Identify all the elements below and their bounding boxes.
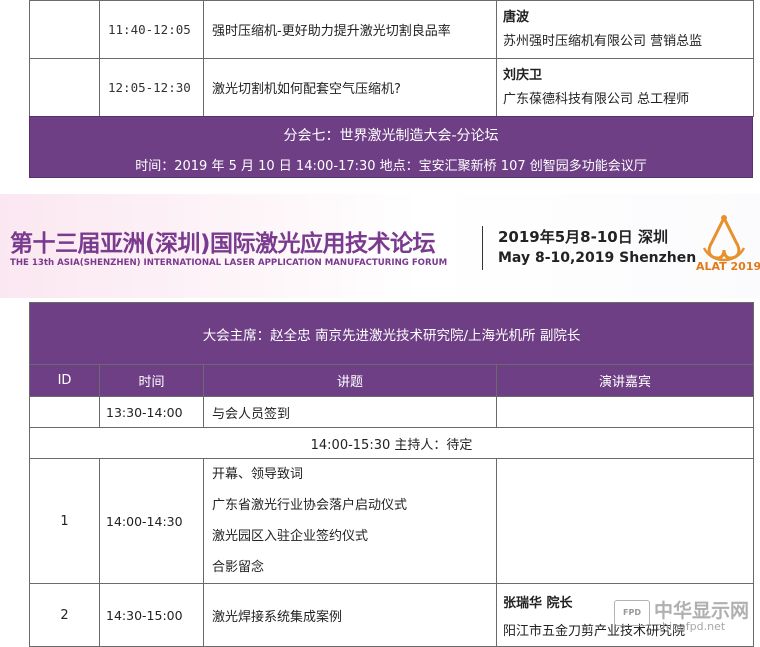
topic-cell: 强时压缩机-更好助力提升激光切割良品率	[203, 0, 497, 59]
header-speaker: 演讲嘉宾	[495, 364, 755, 397]
watermark-cn: 中华显示网	[654, 600, 750, 622]
speaker-name: 刘庆卫	[503, 67, 543, 83]
section-row: 14:00-15:30 主持人：待定	[28, 427, 755, 459]
banner-logo-text: ALAT 2019	[696, 260, 760, 273]
topic-line: 激光园区入驻企业签约仪式	[212, 529, 369, 544]
speaker-affiliation: 广东葆德科技有限公司 总工程师	[503, 91, 690, 107]
session-info: 时间：2019 年 5 月 10 日 14:00-17:30 地点：宝安汇聚新桥…	[135, 159, 647, 174]
banner-date-en: May 8-10,2019 Shenzhen	[498, 250, 697, 266]
id-cell	[29, 0, 100, 59]
banner-divider	[482, 226, 483, 270]
speaker-cell: 刘庆卫 广东葆德科技有限公司 总工程师	[496, 58, 754, 117]
time-cell: 14:30-15:00	[99, 583, 204, 647]
header-time: 时间	[99, 364, 204, 397]
header-id: ID	[29, 364, 100, 397]
chair-row: 大会主席：赵全忠 南京先进激光技术研究院/上海光机所 副院长	[28, 302, 755, 365]
schedule-table-top: 11:40-12:05 强时压缩机-更好助力提升激光切割良品率 唐波 苏州强时压…	[29, 0, 754, 117]
id-cell	[29, 396, 100, 428]
table-row: 11:40-12:05 强时压缩机-更好助力提升激光切割良品率 唐波 苏州强时压…	[29, 0, 754, 59]
speaker-cell: 唐波 苏州强时压缩机有限公司 营销总监	[496, 0, 754, 59]
time-cell: 14:00-14:30	[99, 458, 204, 584]
id-cell: 2	[29, 583, 100, 647]
topic-cell: 激光焊接系统集成案例	[203, 583, 497, 647]
id-cell: 1	[29, 458, 100, 584]
topic-cell: 与会人员签到	[203, 396, 497, 428]
topic-cell: 开幕、领导致词 广东省激光行业协会落户启动仪式 激光园区入驻企业签约仪式 合影留…	[203, 458, 497, 584]
speaker-cell	[495, 458, 755, 584]
banner-date-cn: 2019年5月8-10日 深圳	[498, 228, 668, 246]
speaker-name: 唐波	[503, 9, 530, 25]
chair-cell: 大会主席：赵全忠 南京先进激光技术研究院/上海光机所 副院长	[28, 302, 755, 365]
watermark-badge: FPD	[614, 600, 650, 626]
time-cell: 11:40-12:05	[99, 0, 204, 59]
session-header: 分会七：世界激光制造大会-分论坛 时间：2019 年 5 月 10 日 14:0…	[29, 116, 753, 178]
speaker-cell	[495, 396, 755, 428]
banner-subtitle: THE 13th ASIA(SHENZHEN) INTERNATIONAL LA…	[10, 258, 448, 268]
table-row: 13:30-14:00 与会人员签到	[29, 396, 755, 428]
id-cell	[29, 58, 100, 117]
header-row: ID 时间 讲题 演讲嘉宾	[29, 364, 755, 397]
table-row: 12:05-12:30 激光切割机如何配套空气压缩机? 刘庆卫 广东葆德科技有限…	[29, 58, 754, 117]
time-cell: 12:05-12:30	[99, 58, 204, 117]
forum-banner: 第十三届亚洲(深圳)国际激光应用技术论坛 THE 13th ASIA(SHENZ…	[0, 194, 760, 298]
time-cell: 13:30-14:00	[99, 396, 204, 428]
banner-title: 第十三届亚洲(深圳)国际激光应用技术论坛	[10, 231, 436, 257]
watermark: FPD 中华显示网 chinafpd.net	[612, 586, 760, 646]
watermark-en: chinafpd.net	[656, 620, 726, 633]
section-host-cell: 14:00-15:30 主持人：待定	[28, 427, 755, 459]
topic-line: 合影留念	[212, 560, 265, 575]
topic-line: 广东省激光行业协会落户启动仪式	[212, 498, 408, 513]
topic-line: 开幕、领导致词	[212, 467, 304, 482]
header-topic: 讲题	[203, 364, 497, 397]
table-row: 1 14:00-14:30 开幕、领导致词 广东省激光行业协会落户启动仪式 激光…	[29, 458, 755, 584]
session-title: 分会七：世界激光制造大会-分论坛	[283, 128, 499, 144]
speaker-affiliation: 苏州强时压缩机有限公司 营销总监	[503, 33, 703, 49]
topic-cell: 激光切割机如何配套空气压缩机?	[203, 58, 497, 117]
